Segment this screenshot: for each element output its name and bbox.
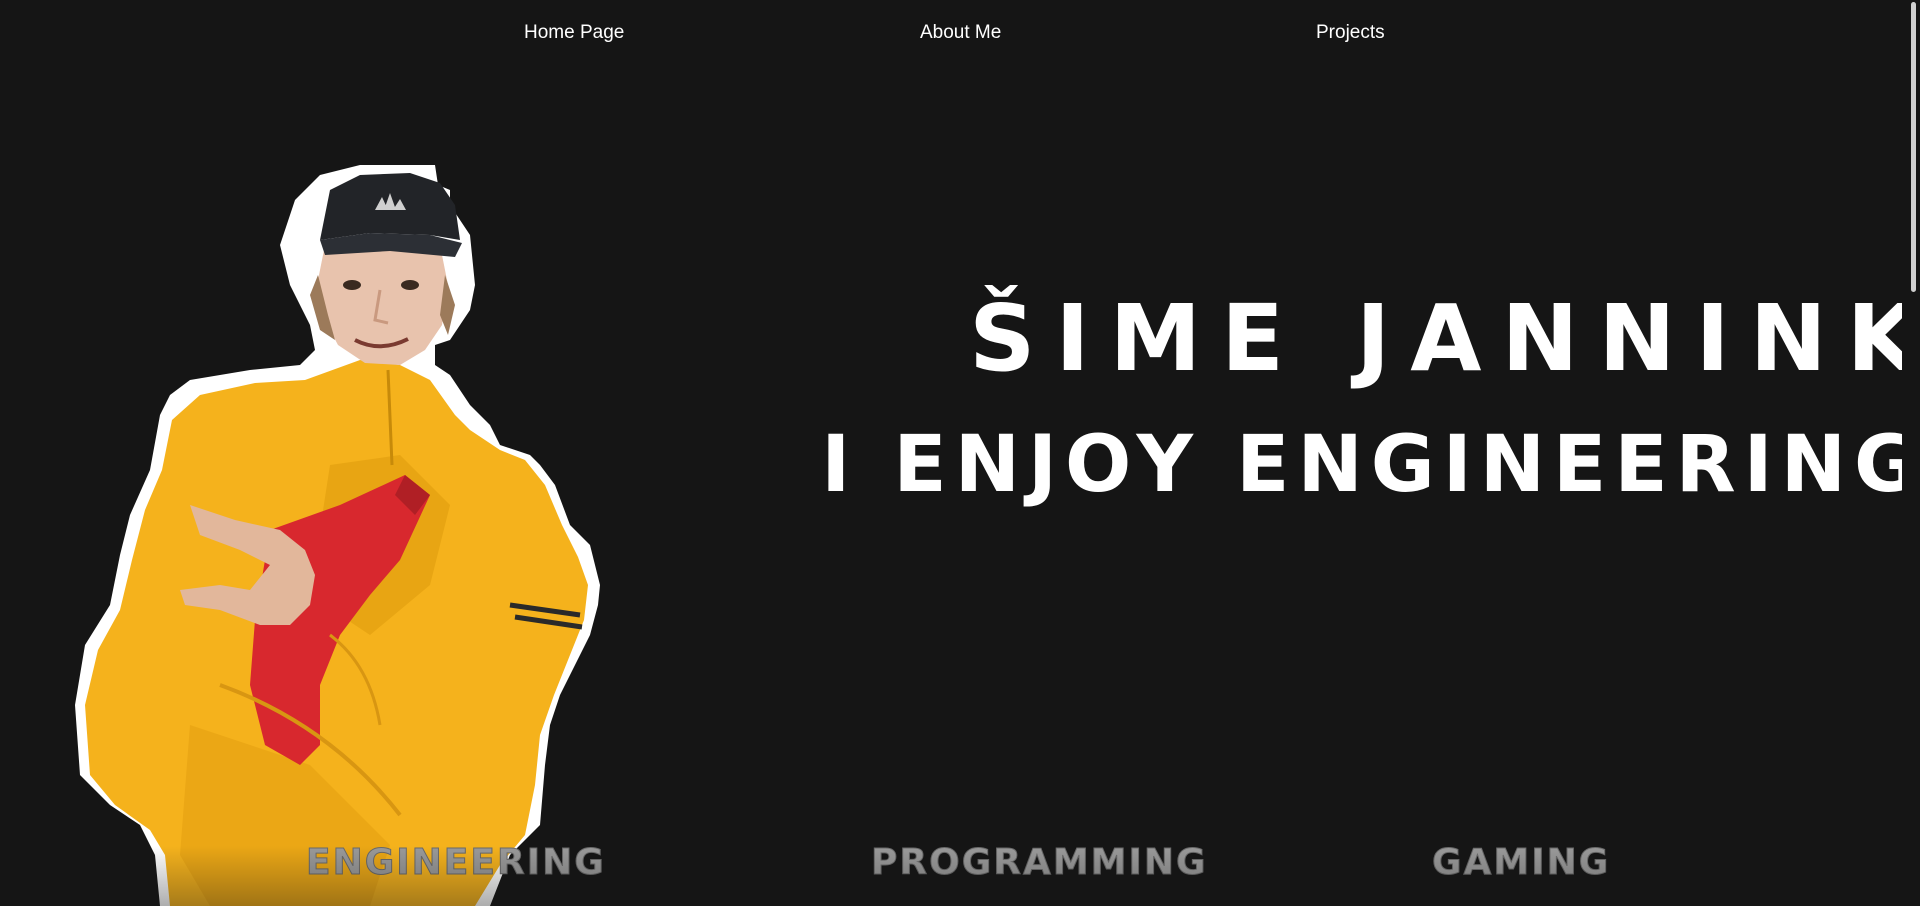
top-navigation: Home Page About Me Projects (0, 22, 1900, 48)
interest-gaming-link[interactable]: GAMING (1431, 842, 1610, 884)
nav-about-link[interactable]: About Me (920, 22, 1001, 44)
nav-projects-link[interactable]: Projects (1316, 22, 1385, 44)
hero-name: ŠIME JANNINK (969, 285, 1920, 392)
interest-engineering-link[interactable]: ENGINEERING (306, 842, 606, 884)
interest-programming-link[interactable]: PROGRAMMING (871, 842, 1208, 884)
scrollbar[interactable] (1902, 0, 1920, 906)
scrollbar-thumb[interactable] (1911, 2, 1916, 292)
nav-home-link[interactable]: Home Page (524, 22, 624, 44)
page: Home Page About Me Projects ŠIME JANNINK… (0, 0, 1920, 906)
hero-tagline: I ENJOY ENGINEERING (821, 420, 1920, 510)
portrait-photo (75, 165, 600, 906)
